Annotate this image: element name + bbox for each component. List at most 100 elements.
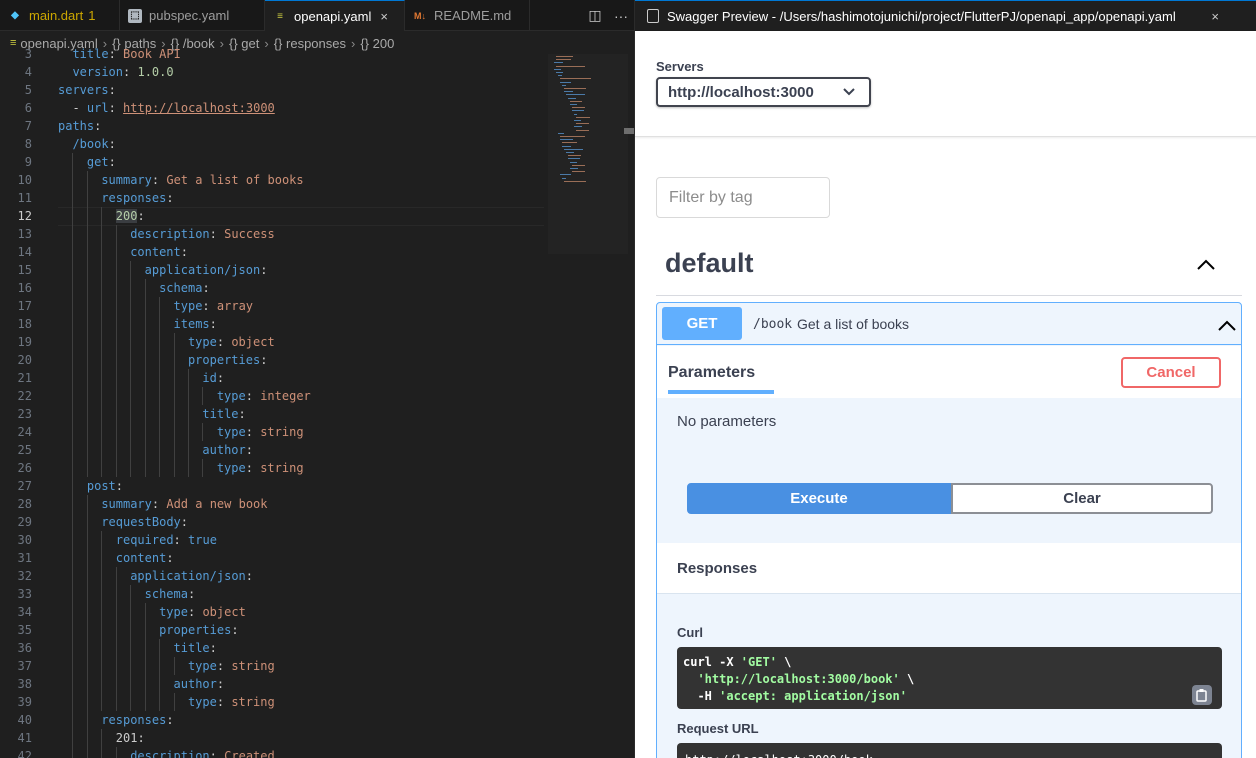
line-number: 33 bbox=[17, 587, 32, 601]
code-line[interactable]: 10 summary: Get a list of books bbox=[0, 171, 548, 189]
indent-guide bbox=[101, 279, 103, 297]
minimap-line bbox=[570, 100, 583, 102]
code-line[interactable]: 17 type: array bbox=[0, 297, 548, 315]
indent-guide bbox=[130, 369, 132, 387]
tab-readme-md[interactable]: M↓ README.md bbox=[405, 0, 530, 31]
code-line[interactable]: 22 type: integer bbox=[0, 387, 548, 405]
code-editor[interactable]: 3 title: Book API 4 version: 1.0.0 5 servers:… bbox=[0, 47, 634, 758]
code-line[interactable]: 7 paths: bbox=[0, 117, 548, 135]
tab-parameters[interactable]: Parameters bbox=[668, 364, 755, 382]
code-line[interactable]: 13 description: Success bbox=[0, 225, 548, 243]
code-line[interactable]: 4 version: 1.0.0 bbox=[0, 63, 548, 81]
code-line[interactable]: 12 200: bbox=[0, 207, 548, 225]
indent-guide bbox=[72, 495, 74, 513]
code-text: requestBody: bbox=[101, 515, 189, 529]
split-editor-icon[interactable]: ◫ bbox=[582, 7, 608, 24]
tab-main-dart[interactable]: ◆ main.dart 1 bbox=[0, 0, 120, 31]
indent-guide bbox=[159, 693, 161, 711]
code-line[interactable]: 41 201: bbox=[0, 729, 548, 747]
copy-to-clipboard-icon[interactable] bbox=[1192, 685, 1212, 705]
indent-guide bbox=[86, 297, 88, 315]
code-line[interactable]: 38 author: bbox=[0, 675, 548, 693]
code-line[interactable]: 40 responses: bbox=[0, 711, 548, 729]
code-line[interactable]: 35 properties: bbox=[0, 621, 548, 639]
request-url-block[interactable]: http://localhost:3000/book bbox=[677, 743, 1222, 758]
indent-guide bbox=[72, 243, 74, 261]
code-line[interactable]: 37 type: string bbox=[0, 657, 548, 675]
code-line[interactable]: 24 type: string bbox=[0, 423, 548, 441]
operation-summary: Get a list of books bbox=[797, 316, 910, 332]
code-line[interactable]: 36 title: bbox=[0, 639, 548, 657]
code-line[interactable]: 11 responses: bbox=[0, 189, 548, 207]
indent-guide bbox=[72, 261, 74, 279]
code-line[interactable]: 25 author: bbox=[0, 441, 548, 459]
indent-guide bbox=[159, 639, 161, 657]
indent-guide bbox=[101, 333, 103, 351]
indent-guide bbox=[130, 657, 132, 675]
code-line[interactable]: 32 application/json: bbox=[0, 567, 548, 585]
line-number: 8 bbox=[24, 137, 32, 151]
close-icon[interactable]: × bbox=[1211, 9, 1219, 24]
minimap[interactable] bbox=[548, 54, 628, 214]
code-line[interactable]: 34 type: object bbox=[0, 603, 548, 621]
tab-label: README.md bbox=[434, 8, 512, 23]
code-line[interactable]: 26 type: string bbox=[0, 459, 548, 477]
chevron-up-icon[interactable] bbox=[1195, 256, 1217, 272]
code-line[interactable]: 30 required: true bbox=[0, 531, 548, 549]
indent-guide bbox=[115, 243, 117, 261]
code-line[interactable]: 29 requestBody: bbox=[0, 513, 548, 531]
server-select[interactable]: http://localhost:3000 bbox=[656, 77, 871, 107]
indent-guide bbox=[72, 693, 74, 711]
minimap-line bbox=[556, 56, 573, 57]
execute-button[interactable]: Execute bbox=[687, 483, 951, 514]
indent-guide bbox=[101, 441, 103, 459]
line-number: 10 bbox=[17, 173, 32, 187]
code-line[interactable]: 33 schema: bbox=[0, 585, 548, 603]
tab-swagger-preview[interactable]: Swagger Preview - /Users/hashimotojunich… bbox=[635, 0, 1256, 31]
code-line[interactable]: 15 application/json: bbox=[0, 261, 548, 279]
minimap-line bbox=[572, 164, 586, 166]
code-line[interactable]: 8/book: bbox=[0, 135, 548, 153]
chevron-up-icon[interactable] bbox=[1216, 317, 1238, 333]
indent-guide bbox=[101, 567, 103, 585]
code-line[interactable]: 5 servers: bbox=[0, 81, 548, 99]
code-line[interactable]: 31 content: bbox=[0, 549, 548, 567]
code-text: author: bbox=[173, 677, 225, 691]
indent-guide bbox=[101, 261, 103, 279]
code-line[interactable]: 23 title: bbox=[0, 405, 548, 423]
code-line[interactable]: 27 post: bbox=[0, 477, 548, 495]
code-line[interactable]: 16 schema: bbox=[0, 279, 548, 297]
code-line[interactable]: 19 type: object bbox=[0, 333, 548, 351]
code-line[interactable]: 18 items: bbox=[0, 315, 548, 333]
indent-guide bbox=[130, 351, 132, 369]
code-line[interactable]: 42 description: Created bbox=[0, 747, 548, 758]
code-line[interactable]: 21 id: bbox=[0, 369, 548, 387]
clear-button[interactable]: Clear bbox=[951, 483, 1213, 514]
code-text: schema: bbox=[144, 587, 196, 601]
line-number: 31 bbox=[17, 551, 32, 565]
curl-code-block[interactable]: curl -X 'GET' \ 'http://localhost:3000/b… bbox=[677, 647, 1222, 709]
cancel-button[interactable]: Cancel bbox=[1121, 357, 1221, 388]
operation-summary-bar[interactable]: GET /book Get a list of books bbox=[657, 303, 1241, 345]
indent-guide bbox=[130, 387, 132, 405]
code-line[interactable]: 14 content: bbox=[0, 243, 548, 261]
code-line[interactable]: 28 summary: Add a new book bbox=[0, 495, 548, 513]
code-line[interactable]: 9 get: bbox=[0, 153, 548, 171]
tab-pubspec-yaml[interactable]: ⬚ pubspec.yaml bbox=[120, 0, 265, 31]
method-badge: GET bbox=[662, 307, 742, 340]
tab-openapi-yaml[interactable]: ≡ openapi.yaml × bbox=[265, 0, 405, 31]
minimap-line bbox=[554, 68, 561, 70]
code-line[interactable]: 20 properties: bbox=[0, 351, 548, 369]
code-text: items: bbox=[173, 317, 217, 331]
code-line[interactable]: 3 title: Book API bbox=[0, 45, 548, 63]
more-actions-icon[interactable]: ··· bbox=[608, 8, 634, 24]
minimap-line bbox=[562, 177, 567, 179]
close-icon[interactable]: × bbox=[380, 9, 388, 24]
code-line[interactable]: 39 type: string bbox=[0, 693, 548, 711]
code-line[interactable]: 6 - url: http://localhost:3000 bbox=[0, 99, 548, 117]
filter-by-tag-input[interactable]: Filter by tag bbox=[656, 177, 830, 218]
tab-label: openapi.yaml bbox=[294, 8, 372, 24]
tag-section-title[interactable]: default bbox=[665, 248, 754, 279]
indent-guide bbox=[115, 621, 117, 639]
indent-guide bbox=[72, 333, 74, 351]
